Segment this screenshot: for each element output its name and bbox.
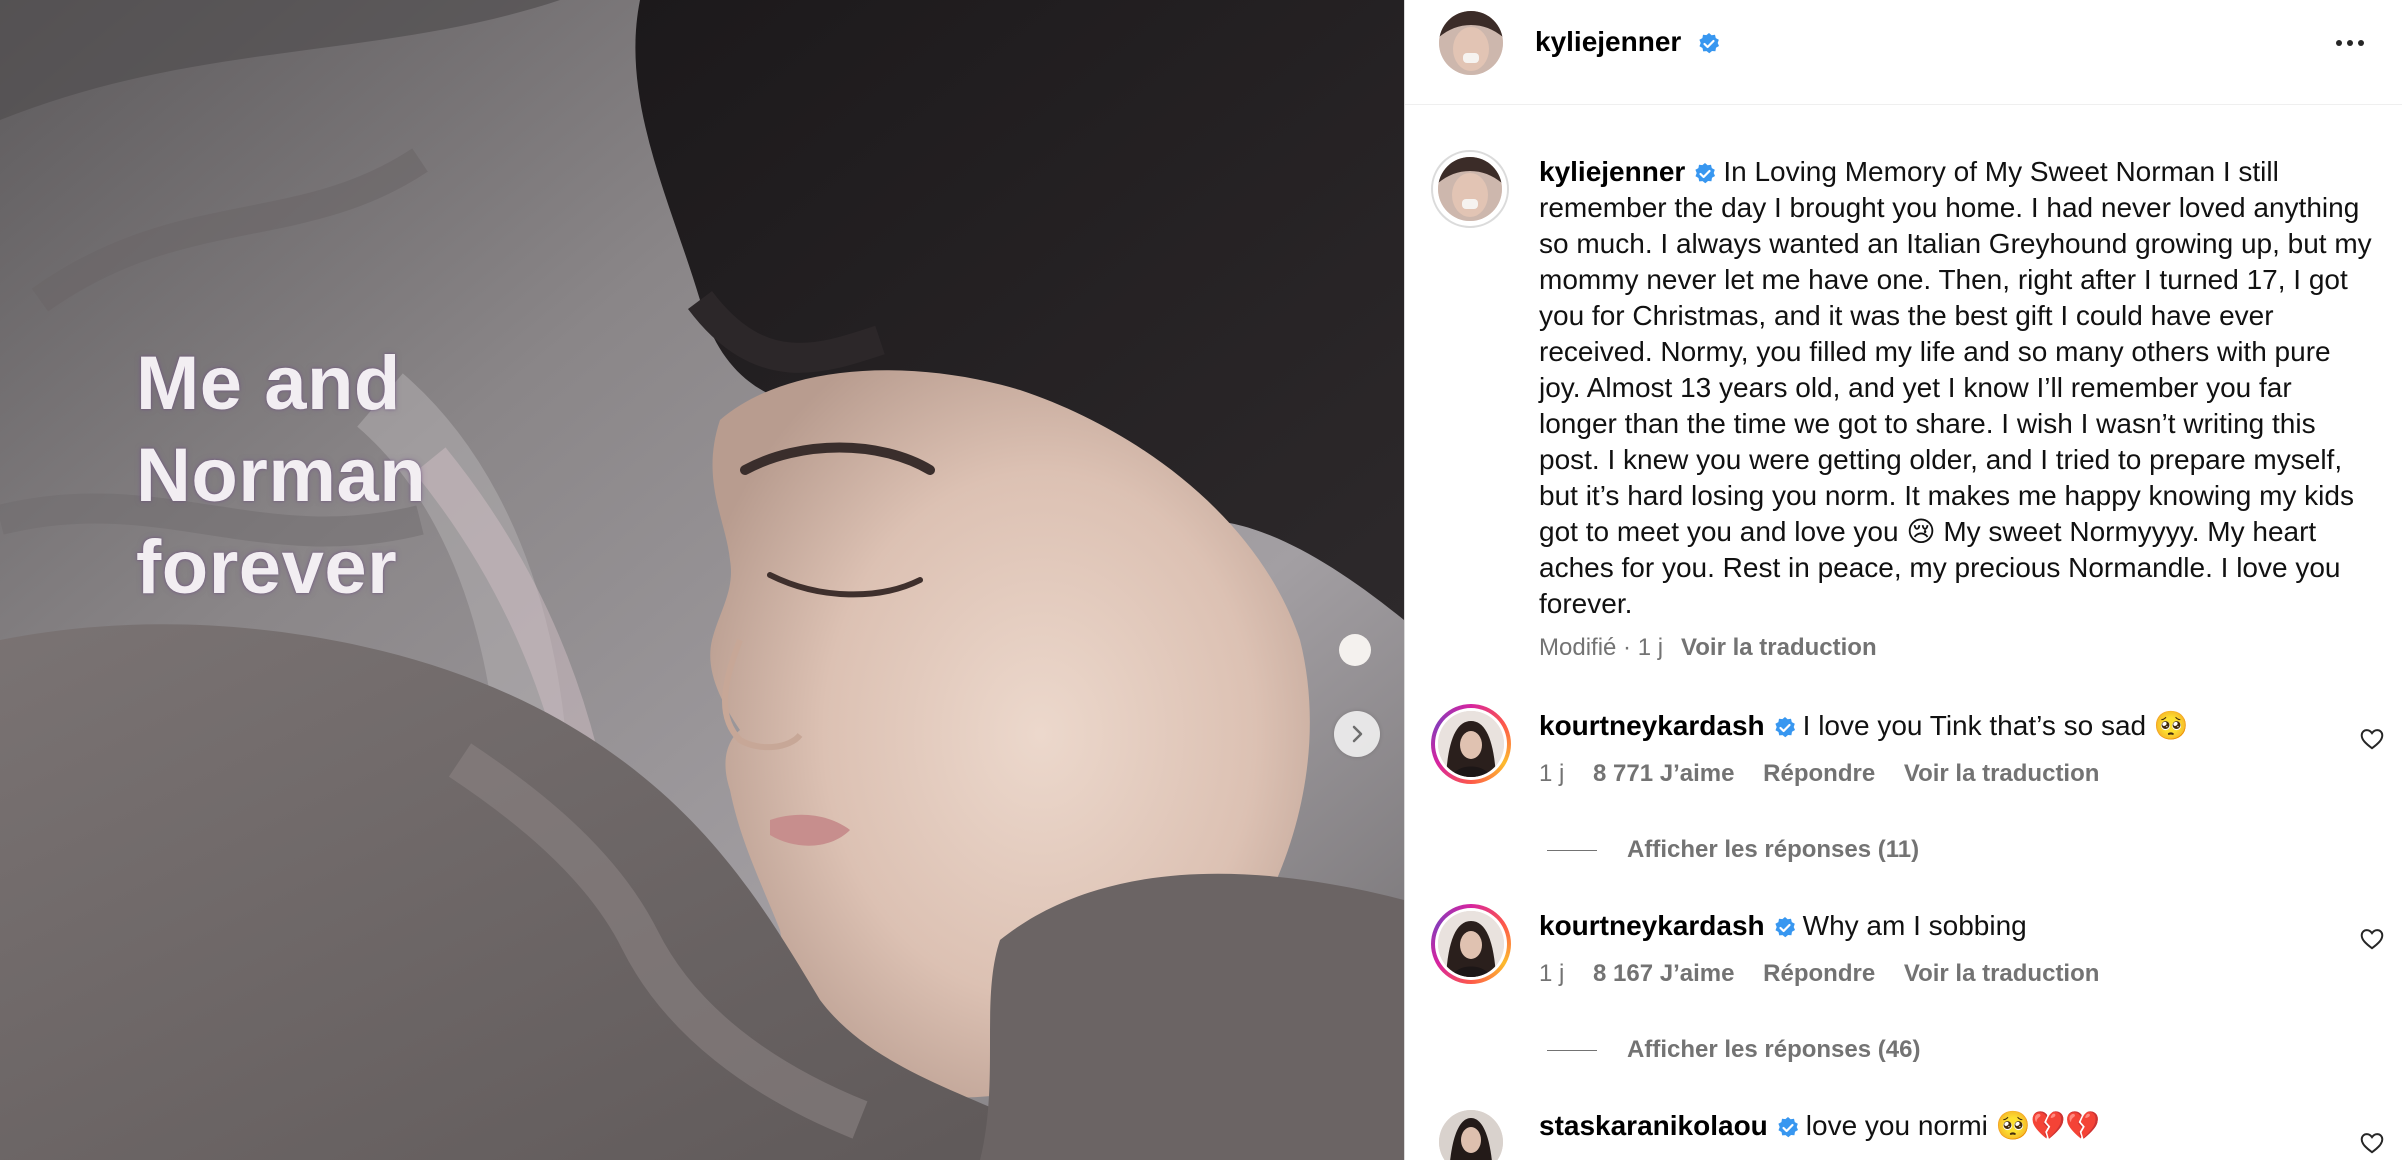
comment-text-line: staskaranikolaou love you normi 🥺💔💔 [1539, 1108, 2100, 1144]
caption-meta: Modifié · 1 j Voir la traduction [1539, 634, 1877, 662]
comment-username[interactable]: kourtneykardash [1539, 910, 1765, 941]
verified-badge-icon [1775, 716, 1795, 737]
replies-divider [1547, 1049, 1597, 1051]
comment-username[interactable]: staskaranikolaou [1539, 1110, 1768, 1141]
comment-translate-link[interactable]: Voir la traduction [1904, 960, 2100, 987]
heart-icon[interactable] [2359, 726, 2385, 752]
comment-text: Why am I sobbing [1802, 910, 2027, 941]
caption-username[interactable]: kyliejenner [1539, 156, 1723, 187]
verified-badge-icon [1699, 32, 1720, 53]
replies-divider [1547, 849, 1597, 851]
comment-text: I love you Tink that’s so sad 🥺 [1802, 710, 2189, 741]
post-header: kyliejenner [1405, 0, 2402, 105]
comment-avatar[interactable] [1439, 1110, 1503, 1160]
chevron-right-icon [1352, 725, 1363, 743]
view-replies-button[interactable]: Afficher les réponses (11) [1547, 836, 1919, 864]
view-replies-label: Afficher les réponses (11) [1627, 836, 1920, 863]
reply-button[interactable]: Répondre [1763, 960, 1875, 987]
heart-icon[interactable] [2359, 1130, 2385, 1156]
author-username[interactable]: kyliejenner [1535, 26, 1721, 58]
comment-age: 1 j [1539, 960, 1565, 987]
comment-meta: 1 j 8 167 J’aime Répondre Voir la traduc… [1539, 960, 2121, 988]
reply-button[interactable]: Répondre [1763, 760, 1875, 787]
heart-icon[interactable] [2359, 926, 2385, 952]
more-horizontal-icon[interactable] [2333, 26, 2367, 60]
post-media[interactable]: Me and Norman forever [0, 0, 1404, 1160]
view-replies-button[interactable]: Afficher les réponses (46) [1547, 1036, 1920, 1064]
comment-text-line: kourtneykardash Why am I sobbing [1539, 908, 2027, 944]
caption-author-avatar[interactable] [1431, 150, 1509, 228]
comment-text: love you normi 🥺💔💔 [1805, 1110, 2101, 1141]
verified-badge-icon [1778, 1116, 1798, 1137]
view-replies-label: Afficher les réponses (46) [1627, 1036, 1921, 1063]
comment-translate-link[interactable]: Voir la traduction [1904, 760, 2100, 787]
comment-username[interactable]: kourtneykardash [1539, 710, 1765, 741]
caption-text: In Loving Memory of My Sweet Norman I st… [1539, 156, 2372, 619]
comment-avatar[interactable] [1431, 704, 1511, 784]
comment-meta: 1 j 8 771 J’aime Répondre Voir la traduc… [1539, 760, 2121, 788]
comment-avatar[interactable] [1431, 904, 1511, 984]
post-sidebar: kyliejenner kyliejenner In Loving Memory… [1404, 0, 2402, 1160]
verified-badge-icon [1695, 162, 1716, 183]
author-avatar[interactable] [1439, 11, 1503, 75]
verified-badge-icon [1775, 916, 1795, 937]
comment-text-line: kourtneykardash I love you Tink that’s so… [1539, 708, 2189, 744]
caption-translate-link[interactable]: Voir la traduction [1681, 634, 1877, 661]
comment-age: 1 j [1539, 760, 1565, 787]
caption-edited-time: Modifié · 1 j [1539, 634, 1664, 661]
comment-likes[interactable]: 8 167 J’aime [1593, 960, 1734, 987]
overlay-caption: Me and Norman forever [136, 341, 427, 610]
next-slide-button[interactable] [1334, 711, 1380, 757]
comment-likes[interactable]: 8 771 J’aime [1593, 760, 1734, 787]
caption-body: kyliejenner In Loving Memory of My Sweet … [1539, 154, 2373, 622]
